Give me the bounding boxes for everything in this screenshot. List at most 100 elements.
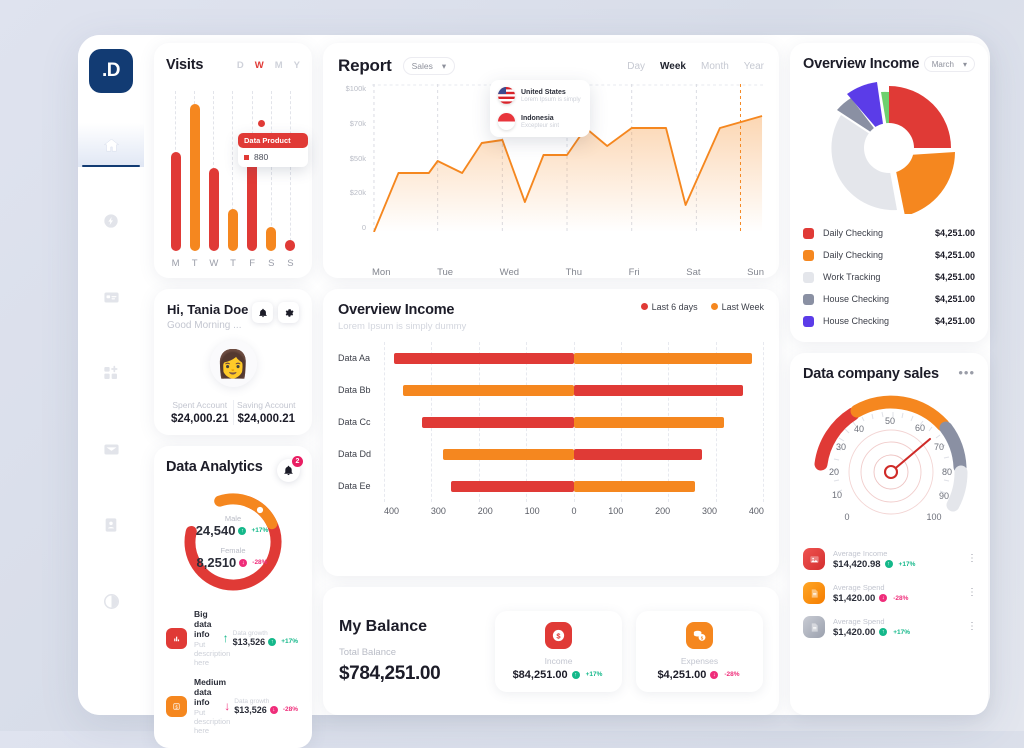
bar-negative[interactable] [422,417,574,428]
list-item[interactable]: Daily Checking $4,251.00 [803,244,975,266]
bar-negative[interactable] [403,385,574,396]
list-item-text: Average Spend $1,420.00 ↓ -28% [833,583,959,604]
month-select[interactable]: March ▾ [923,56,975,72]
tab-week[interactable]: Week [660,61,686,72]
tooltip-swatch [244,154,249,160]
bar-negative[interactable] [393,353,574,364]
list-item-growth: ↑ Data growth $13,526 ↑ +17% [223,630,300,647]
income-value-row: $84,251.00 ↑ +17% [503,669,614,681]
bar-label: Data Bb [338,385,371,395]
ytick-1: $70k [349,118,366,128]
sidebar-item-analytics[interactable] [78,199,144,243]
bar-sat[interactable] [266,227,277,251]
sidebar-item-cards[interactable] [78,275,144,319]
visits-tooltip: Data Product 880 [238,133,308,167]
saving-account: Saving Account $24,000.21 [232,400,300,425]
range-d[interactable]: D [237,60,244,71]
ytick-0: $100k [345,84,366,93]
bar-positive[interactable] [574,449,703,460]
xlabel-1: T [191,258,198,269]
bar-tue[interactable] [189,103,200,251]
range-y[interactable]: Y [294,60,300,71]
my-balance-card: My Balance Total Balance $784,251.00 $ I… [323,587,779,715]
trend-down-arrow-icon: ↓ [224,699,231,713]
income-box[interactable]: $ Income $84,251.00 ↑ +17% [495,610,622,692]
bar-track [384,374,764,406]
svg-text:70: 70 [934,442,944,452]
sidebar: .D [78,35,144,715]
bar-positive[interactable] [574,417,724,428]
row-menu-button[interactable]: ⋮ [967,554,977,564]
chevron-down-icon: ▾ [962,59,967,69]
list-item[interactable]: Average Spend $1,420.00 ↑ +17% ⋮ [803,610,977,644]
report-select[interactable]: Sales ▾ [402,57,456,75]
total-balance-label: Total Balance [339,646,397,658]
list-item[interactable]: Work Tracking $4,251.00 [803,266,975,288]
legend-last-week: Last Week [710,302,764,312]
male-delta: +17% [251,527,269,534]
list-item-text: Average Spend $1,420.00 ↑ +17% [833,617,959,638]
legend-value: $4,251.00 [934,250,975,260]
tab-day[interactable]: Day [627,61,645,72]
svg-text:80: 80 [942,467,952,477]
bar-negative[interactable] [443,449,574,460]
range-w[interactable]: W [255,60,264,71]
xlabel-4: F [249,258,256,269]
file-icon [803,616,825,638]
row-menu-button[interactable]: ⋮ [967,622,977,632]
sidebar-item-inbox[interactable] [78,427,144,471]
tab-year[interactable]: Year [744,61,764,72]
male-value-row: 24,540 ↑ +17% [196,523,271,538]
list-item[interactable]: $ Medium data info Put description here … [166,672,300,740]
greeting-card: Hi, Tania Doe Good Morning ... 👩 Spent A… [154,289,312,435]
list-item[interactable]: House Checking $4,251.00 [803,288,975,310]
bar-row-data-aa: Data Aa [338,342,764,374]
female-trend-icon: ↓ [239,558,248,567]
sidebar-item-apps[interactable] [78,351,144,395]
bar-positive[interactable] [574,481,696,492]
list-item[interactable]: Average Spend $1,420.00 ↓ -28% ⋮ [803,576,977,610]
settings-button[interactable] [278,302,299,323]
expenses-box[interactable]: $ Expenses $4,251.00 ↓ -28% [636,610,763,692]
bar-positive[interactable] [574,385,743,396]
visits-bars [166,91,300,251]
tab-month[interactable]: Month [701,61,729,72]
bar-wed[interactable] [208,167,219,251]
bar-thu[interactable] [227,209,238,251]
legend-label: House Checking [823,316,890,326]
bar-mon[interactable] [170,151,181,251]
left-column: Visits D W M Y Data Product 880 M T W T … [154,43,312,748]
sidebar-item-theme[interactable] [78,579,144,623]
report-y-axis: $100k $70k $50k $20k 0 [338,84,372,232]
list-item[interactable]: Big data info Put description here ↑ Dat… [166,604,300,672]
tooltip-row-us: United States Lorem Ipsum is simply [498,87,582,104]
range-m[interactable]: M [275,60,283,71]
ytick-3: $20k [349,188,366,198]
xtick-sat: Sat [686,267,701,278]
sidebar-item-contacts[interactable] [78,503,144,547]
main-content: Visits D W M Y Data Product 880 M T W T … [144,35,990,748]
chevron-down-icon: ▾ [441,60,447,71]
analytics-notification-button[interactable]: 2 [277,456,303,482]
report-period-tabs[interactable]: Day Week Month Year [627,61,764,72]
gauge-header: Data company sales ••• [803,366,975,382]
list-item[interactable]: Average Income $14,420.98 ↑ +17% ⋮ [803,542,977,576]
row-menu-button[interactable]: ⋮ [967,588,977,598]
bar-negative[interactable] [450,481,574,492]
notification-button[interactable] [252,302,273,323]
gauge-title: Data company sales [803,366,939,382]
visits-range-toggle[interactable]: D W M Y [237,60,300,71]
sidebar-item-home[interactable] [78,123,144,167]
list-item-value: $1,420.00 [833,626,876,638]
legend-value: $4,251.00 [934,272,975,282]
contact-icon [105,518,117,532]
list-item[interactable]: Daily Checking $4,251.00 [803,222,975,244]
female-value: 8,2510 [196,555,237,570]
more-options-button[interactable]: ••• [958,366,975,379]
bar-positive[interactable] [574,353,753,364]
tooltip-text-us: United States Lorem Ipsum is simply [521,89,581,103]
bar-sun[interactable] [285,239,296,251]
list-item[interactable]: House Checking $4,251.00 [803,310,975,332]
app-logo[interactable]: .D [89,49,133,93]
sales-list: Average Income $14,420.98 ↑ +17% ⋮ Avera… [803,542,977,644]
